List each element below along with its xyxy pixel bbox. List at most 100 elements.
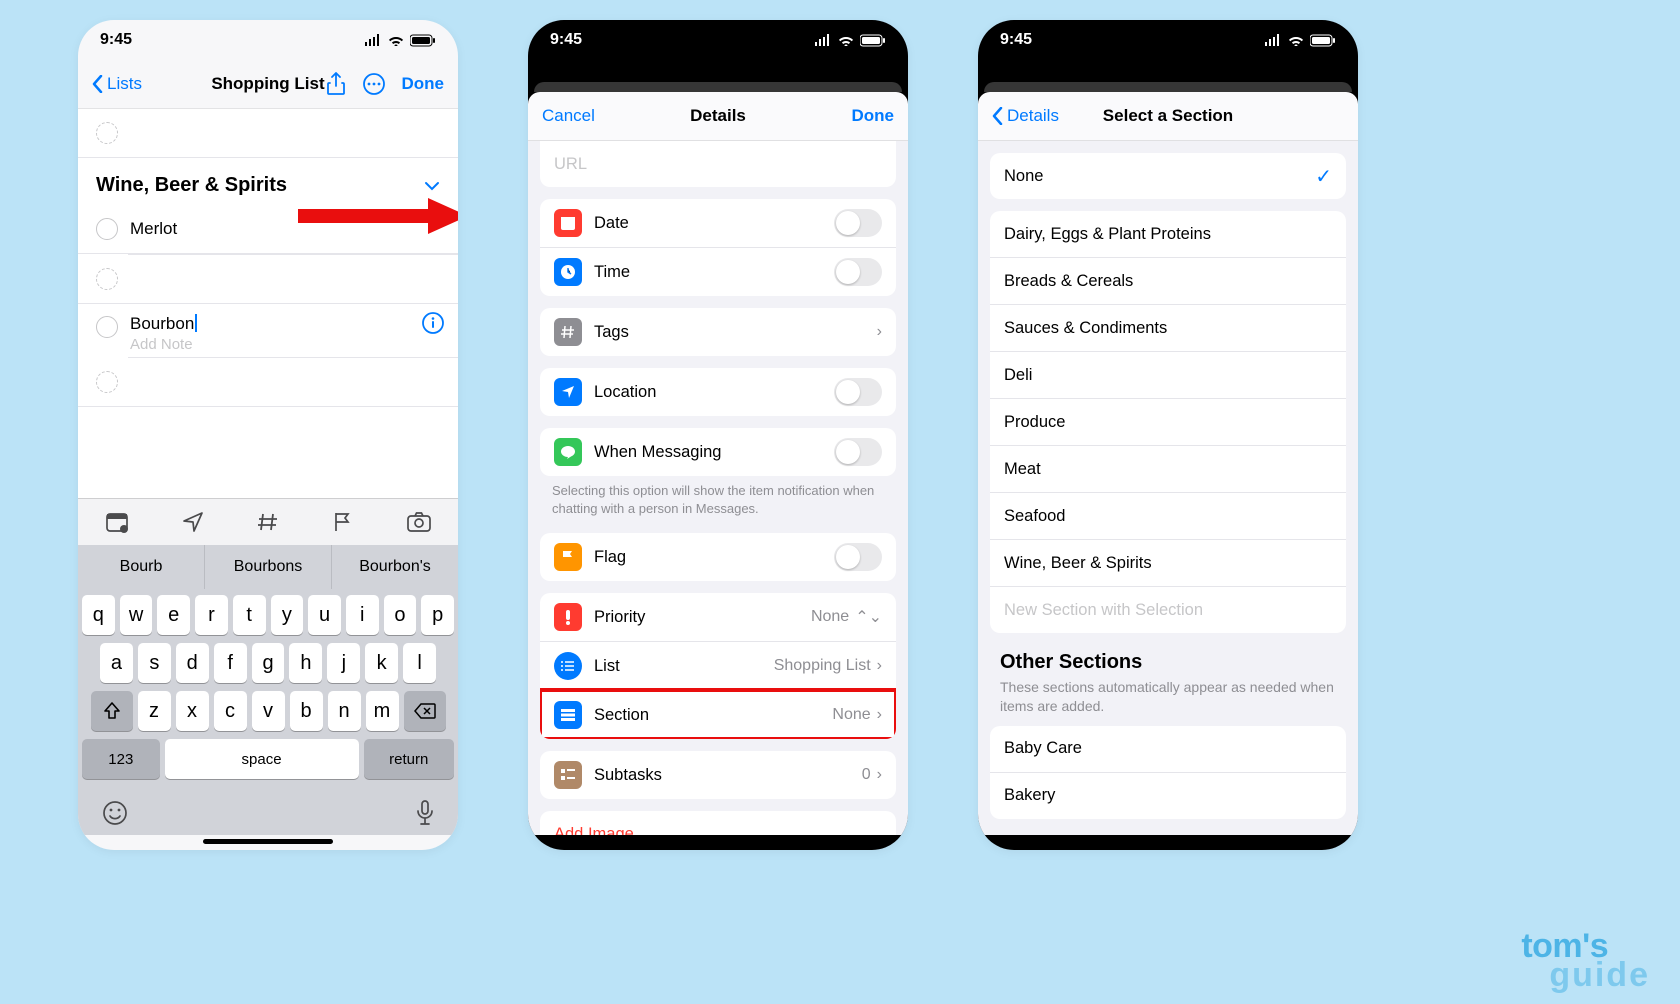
key-r[interactable]: r bbox=[195, 595, 228, 635]
location-icon[interactable] bbox=[182, 511, 204, 533]
status-bar: 9:45 bbox=[528, 20, 908, 60]
home-indicator bbox=[1103, 839, 1233, 844]
info-icon[interactable] bbox=[422, 312, 444, 334]
toggle[interactable] bbox=[834, 438, 882, 466]
toggle[interactable] bbox=[834, 258, 882, 286]
key-v[interactable]: v bbox=[252, 691, 285, 731]
nav-bar: Lists Shopping List Done bbox=[78, 60, 458, 109]
done-button[interactable]: Done bbox=[402, 74, 445, 94]
suggestion[interactable]: Bourbon's bbox=[332, 545, 458, 589]
location-row[interactable]: Location bbox=[540, 368, 896, 416]
cancel-button[interactable]: Cancel bbox=[542, 106, 595, 126]
key-y[interactable]: y bbox=[271, 595, 304, 635]
url-field[interactable]: URL bbox=[540, 141, 896, 187]
checkmark-icon: ✓ bbox=[1315, 164, 1332, 189]
key-j[interactable]: j bbox=[327, 643, 360, 683]
key-o[interactable]: o bbox=[384, 595, 417, 635]
chevron-down-icon bbox=[424, 181, 440, 191]
messaging-footer: Selecting this option will show the item… bbox=[528, 476, 908, 517]
toggle[interactable] bbox=[834, 209, 882, 237]
key-i[interactable]: i bbox=[346, 595, 379, 635]
key-f[interactable]: f bbox=[214, 643, 247, 683]
empty-new-item[interactable] bbox=[78, 255, 458, 303]
messaging-row[interactable]: When Messaging bbox=[540, 428, 896, 476]
editing-item[interactable]: Bourbon Add Note bbox=[78, 304, 458, 357]
phone-select-section: 9:45 Details Select a Section No bbox=[978, 20, 1358, 850]
key-a[interactable]: a bbox=[100, 643, 133, 683]
key-d[interactable]: d bbox=[176, 643, 209, 683]
suggestion[interactable]: Bourb bbox=[78, 545, 205, 589]
priority-row[interactable]: PriorityNone ⌃⌄ bbox=[540, 593, 896, 641]
subtasks-row[interactable]: Subtasks0 › bbox=[540, 751, 896, 799]
empty-new-item[interactable] bbox=[78, 358, 458, 406]
key-z[interactable]: z bbox=[138, 691, 171, 731]
empty-new-item[interactable] bbox=[78, 109, 458, 158]
key-q[interactable]: q bbox=[82, 595, 115, 635]
phone-shopping-list: 9:45 Lists Shopping List bbox=[78, 20, 458, 850]
time-row[interactable]: Time bbox=[540, 247, 896, 296]
camera-icon[interactable] bbox=[407, 512, 431, 532]
tags-row[interactable]: Tags› bbox=[540, 308, 896, 356]
key-c[interactable]: c bbox=[214, 691, 247, 731]
key-u[interactable]: u bbox=[308, 595, 341, 635]
flag-row[interactable]: Flag bbox=[540, 533, 896, 581]
sheet-nav: Cancel Details Done bbox=[528, 92, 908, 141]
other-sections-header: Other Sections bbox=[978, 633, 1358, 676]
section-row[interactable]: SectionNone › bbox=[540, 690, 896, 739]
share-icon[interactable] bbox=[326, 72, 346, 96]
list-row[interactable]: ListShopping List › bbox=[540, 641, 896, 690]
back-button[interactable]: Lists bbox=[92, 74, 142, 94]
return-key[interactable]: return bbox=[364, 739, 455, 779]
key-h[interactable]: h bbox=[289, 643, 322, 683]
key-g[interactable]: g bbox=[252, 643, 285, 683]
keyboard-suggestions: Bourb Bourbons Bourbon's bbox=[78, 545, 458, 589]
hashtag-icon[interactable] bbox=[257, 511, 279, 533]
add-note-placeholder[interactable]: Add Note bbox=[130, 336, 440, 353]
home-indicator bbox=[653, 839, 783, 844]
space-key[interactable]: space bbox=[165, 739, 359, 779]
delete-key[interactable] bbox=[404, 691, 446, 731]
key-e[interactable]: e bbox=[157, 595, 190, 635]
key-t[interactable]: t bbox=[233, 595, 266, 635]
shift-key[interactable] bbox=[91, 691, 133, 731]
section-option[interactable]: Seafood bbox=[990, 492, 1346, 539]
section-option[interactable]: Produce bbox=[990, 398, 1346, 445]
flag-icon[interactable] bbox=[332, 511, 354, 533]
section-option[interactable]: Dairy, Eggs & Plant Proteins bbox=[990, 211, 1346, 257]
status-bar: 9:45 bbox=[78, 20, 458, 60]
more-icon[interactable] bbox=[362, 72, 386, 96]
section-option[interactable]: Breads & Cereals bbox=[990, 257, 1346, 304]
key-x[interactable]: x bbox=[176, 691, 209, 731]
key-m[interactable]: m bbox=[366, 691, 399, 731]
other-section-option[interactable]: Baby Care bbox=[990, 726, 1346, 772]
section-option[interactable]: Wine, Beer & Spirits bbox=[990, 539, 1346, 586]
dictation-icon[interactable] bbox=[416, 800, 434, 826]
add-image-row[interactable]: Add Image bbox=[540, 811, 896, 835]
section-option[interactable]: Meat bbox=[990, 445, 1346, 492]
phone-details: 9:45 Cancel Details Done URL Date bbox=[528, 20, 908, 850]
key-b[interactable]: b bbox=[290, 691, 323, 731]
done-button[interactable]: Done bbox=[852, 106, 895, 126]
date-row[interactable]: Date bbox=[540, 199, 896, 247]
key-n[interactable]: n bbox=[328, 691, 361, 731]
key-p[interactable]: p bbox=[421, 595, 454, 635]
toggle[interactable] bbox=[834, 543, 882, 571]
chevron-right-icon: › bbox=[877, 323, 882, 341]
back-button[interactable]: Details bbox=[992, 106, 1059, 126]
toggle[interactable] bbox=[834, 378, 882, 406]
calendar-icon[interactable] bbox=[105, 511, 129, 533]
section-option[interactable]: Sauces & Condiments bbox=[990, 304, 1346, 351]
key-k[interactable]: k bbox=[365, 643, 398, 683]
numbers-key[interactable]: 123 bbox=[82, 739, 160, 779]
key-w[interactable]: w bbox=[120, 595, 153, 635]
key-s[interactable]: s bbox=[138, 643, 171, 683]
section-option[interactable]: Deli bbox=[990, 351, 1346, 398]
annotation-arrow bbox=[298, 196, 458, 236]
home-indicator bbox=[203, 839, 333, 844]
emoji-icon[interactable] bbox=[102, 800, 128, 826]
suggestion[interactable]: Bourbons bbox=[205, 545, 332, 589]
key-l[interactable]: l bbox=[403, 643, 436, 683]
reminders-list: Wine, Beer & Spirits Merlot Bourbon Add … bbox=[78, 109, 458, 498]
other-section-option[interactable]: Bakery bbox=[990, 772, 1346, 819]
section-none[interactable]: None✓ bbox=[990, 153, 1346, 199]
